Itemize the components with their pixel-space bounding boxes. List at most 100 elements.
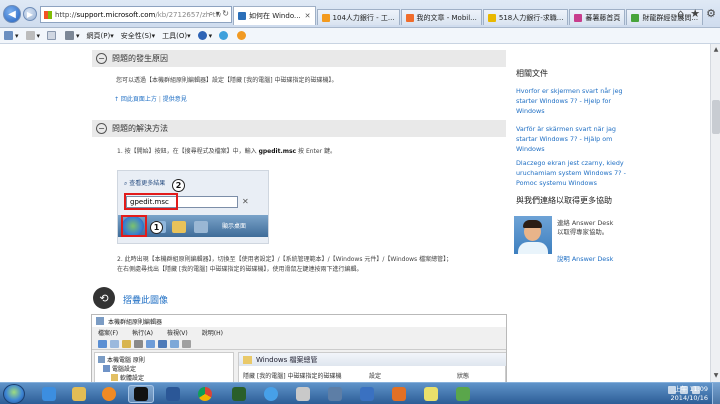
gp-tree-computer-config: 電腦設定 xyxy=(103,364,136,373)
tools-menu[interactable]: 工具(O) ▾ xyxy=(162,31,191,41)
home-icon[interactable]: ⌂ xyxy=(677,7,684,20)
taskbar-viewer[interactable] xyxy=(450,385,476,403)
gp-tree-software-label: 軟體設定 xyxy=(120,375,145,382)
taskbar-cmd[interactable] xyxy=(128,385,154,403)
feeds-button[interactable]: ▾ xyxy=(25,31,40,40)
print-icon xyxy=(65,31,75,40)
taskbar-word[interactable] xyxy=(160,385,186,403)
gp-tree-root-label: 本機電腦 原則 xyxy=(107,357,145,364)
ie-alt-icon xyxy=(264,387,278,401)
tab-0[interactable]: 如何在 Windo... ✕ xyxy=(233,6,316,25)
gp-menu-bar: 檔案(F) 執行(A) 檢視(V) 說明(H) xyxy=(92,327,506,338)
related-link-2[interactable]: Dlaczego ekran jest czarny, kiedy urucha… xyxy=(516,158,636,188)
help-icon xyxy=(197,31,207,40)
mail-button[interactable] xyxy=(47,31,58,40)
collapse-icon[interactable]: − xyxy=(96,123,107,134)
taskbar-ie2[interactable] xyxy=(258,385,284,403)
gp-editor-screenshot: 本機群組原則編輯器 檔案(F) 執行(A) 檢視(V) 說明(H) 本機電腦 原… xyxy=(91,314,507,382)
answer-desk-link[interactable]: 說明 Answer Desk xyxy=(557,254,619,264)
start-button[interactable] xyxy=(3,384,25,404)
gp-view-icon xyxy=(134,339,143,348)
figure-app-icon xyxy=(194,221,208,233)
scroll-up-icon[interactable]: ▲ xyxy=(712,46,720,54)
scroll-thumb[interactable] xyxy=(712,100,720,134)
research-button[interactable] xyxy=(219,31,230,40)
start-menu-screenshot: ⌕ 查看更多結果 gpedit.msc ✕ 顯示桌面 1 2 xyxy=(117,170,269,244)
start-highlight-box xyxy=(121,215,147,237)
taskbar-app[interactable] xyxy=(290,385,316,403)
taskbar-explorer[interactable] xyxy=(66,385,92,403)
back-to-top-link[interactable]: ↑ 回此頁面上方 xyxy=(114,96,157,103)
gp-help-icon xyxy=(158,339,167,348)
back-button[interactable]: ◀ xyxy=(3,5,21,23)
ie-icon xyxy=(42,387,56,401)
settings-gear-icon[interactable]: ⚙ xyxy=(706,7,716,20)
taskbar-clock[interactable]: 上午 11:09 2014/10/16 xyxy=(671,385,708,403)
page-viewport: − 問題的發生原因 您可以透過【本機群組原則編輯器】設定【隱藏 [我的電腦] 中… xyxy=(0,44,710,382)
taskbar-notes[interactable] xyxy=(418,385,444,403)
taskbar-mail[interactable] xyxy=(354,385,380,403)
forward-button[interactable]: ▶ xyxy=(23,7,37,21)
related-link-0[interactable]: Hvorfor er skjermen svart når jeg starte… xyxy=(516,86,636,116)
favorites-star-icon[interactable]: ★ xyxy=(690,7,700,20)
gp-detail-pane: Windows 檔案總管 隱藏 [我的電腦] 中磁碟指定的磁碟機 設定 狀態 xyxy=(238,352,506,382)
figure-folder-icon xyxy=(172,221,186,233)
related-link-1[interactable]: Varför är skärmen svart när jag startar … xyxy=(516,124,636,154)
taskbar-paint[interactable] xyxy=(386,385,412,403)
taskbar-ie[interactable] xyxy=(36,385,62,403)
page-scrollbar[interactable]: ▲ ▼ xyxy=(710,44,720,382)
tab-label: 518人力銀行-求職... xyxy=(498,13,564,22)
address-prefix: http:// xyxy=(55,10,77,19)
safety-menu[interactable]: 安全性(S) ▾ xyxy=(121,31,155,41)
collapse-icon[interactable]: − xyxy=(96,53,107,64)
gp-tree-computer-label: 電腦設定 xyxy=(112,366,137,373)
address-refresh-icon[interactable]: ⌕ ▾ ↻ xyxy=(209,9,229,19)
taskbar-media[interactable] xyxy=(96,385,122,403)
feedback-link[interactable]: 提供意見 xyxy=(163,96,187,103)
address-bar[interactable]: http://support.microsoft.com/kb/2712657/… xyxy=(40,6,232,23)
section-solution-title: 問題的解決方法 xyxy=(112,124,168,133)
taskbar-chrome[interactable] xyxy=(192,385,218,403)
search-highlight-box xyxy=(124,193,178,210)
contact-title: 與我們連絡以取得更多協助 xyxy=(516,196,612,205)
section-solution-header[interactable]: − 問題的解決方法 xyxy=(92,120,506,137)
page-menu[interactable]: 網頁(P) ▾ xyxy=(87,31,114,41)
figure-search-label: ⌕ 查看更多結果 xyxy=(124,178,165,188)
collapse-image-link[interactable]: 摺疊此圖像 xyxy=(123,293,168,306)
computer-icon xyxy=(103,365,110,372)
gp-setting-snippet: 隱藏 [我的電腦] 中磁碟指定的磁碟機 xyxy=(243,373,342,380)
home-button[interactable]: ▾ xyxy=(4,31,19,40)
taskbar-terminal[interactable] xyxy=(226,385,252,403)
close-icon[interactable]: ✕ xyxy=(305,12,311,20)
related-docs-title: 相關文件 xyxy=(516,69,548,78)
answer-desk-avatar xyxy=(514,216,552,254)
clock-time: 上午 11:09 xyxy=(674,385,708,393)
section-cause-body: 您可以透過【本機群組原則編輯器】設定【隱藏 [我的電腦] 中磁碟指定的磁碟機】。 xyxy=(116,77,338,84)
show-desktop-button[interactable] xyxy=(712,383,720,404)
tab-label: 蕃薯藤首頁 xyxy=(585,13,621,22)
media-player-icon xyxy=(102,387,116,401)
tab-label: 我的文章 - Mobil... xyxy=(416,13,477,22)
print-button[interactable]: ▾ xyxy=(65,31,80,40)
notes-icon xyxy=(424,387,438,401)
step1-pre: 1. 按【開始】按鈕，在【搜尋程式及檔案】中，輸入 xyxy=(117,148,257,155)
tab-strip: 如何在 Windo... ✕ 104人力銀行 - 工... 我的文章 - Mobi… xyxy=(233,6,704,28)
collapse-image-icon[interactable]: ⟲ xyxy=(93,287,115,309)
addon-button[interactable] xyxy=(237,31,248,40)
feeds-icon xyxy=(25,31,35,40)
taskbar-editor[interactable] xyxy=(322,385,348,403)
help-button[interactable]: ▾ xyxy=(197,31,212,40)
scroll-down-icon[interactable]: ▼ xyxy=(712,372,720,380)
figure-clear-icon: ✕ xyxy=(242,197,249,206)
gp-title-bar: 本機群組原則編輯器 xyxy=(92,315,506,327)
figure-search-text: 查看更多結果 xyxy=(129,180,166,187)
terminal-icon xyxy=(232,387,246,401)
tab-4[interactable]: 蕃薯藤首頁 xyxy=(569,9,626,25)
tab-3[interactable]: 518人力銀行-求職... xyxy=(482,9,569,25)
tab-1[interactable]: 104人力銀行 - 工... xyxy=(316,9,400,25)
section-cause-header[interactable]: − 問題的發生原因 xyxy=(92,50,506,67)
site-favicon-icon xyxy=(44,10,52,19)
word-icon xyxy=(166,387,180,401)
tab-2[interactable]: 我的文章 - Mobil... xyxy=(400,9,482,25)
gp-folder-icon xyxy=(122,339,131,348)
